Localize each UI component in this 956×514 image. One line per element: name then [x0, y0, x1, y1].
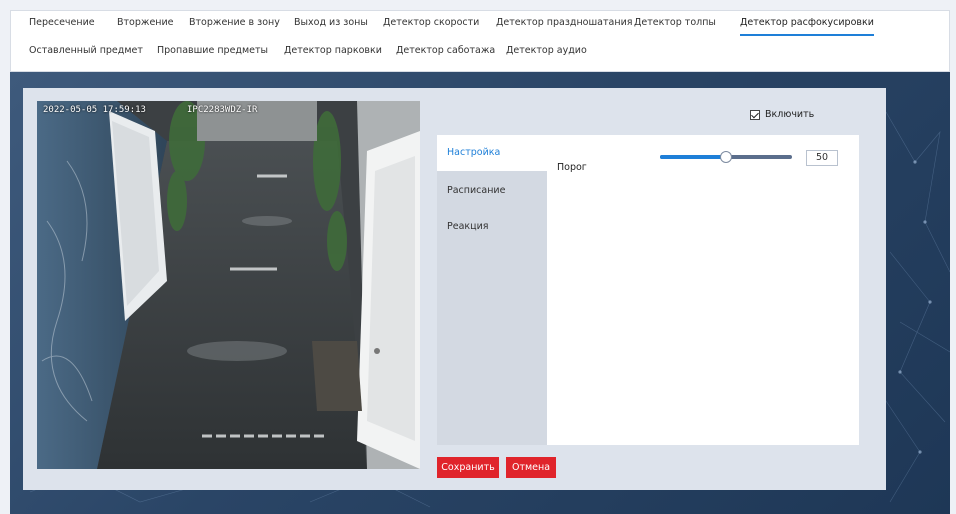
- slider-thumb[interactable]: [720, 151, 732, 163]
- tab-defocus-detector[interactable]: Детектор расфокусировки: [740, 17, 874, 36]
- threshold-label: Порог: [557, 162, 587, 173]
- settings-container: Настройка Расписание Реакция: [437, 135, 859, 445]
- enable-checkbox[interactable]: [750, 109, 760, 120]
- tab-intrusion[interactable]: Вторжение: [117, 17, 174, 34]
- settings-sidebar: Настройка Расписание Реакция: [437, 135, 547, 445]
- tab-missing-objects[interactable]: Пропавшие предметы: [157, 45, 268, 62]
- camera-preview: 2022-05-05 17:59:13 IPC2283WDZ-IR: [37, 101, 420, 469]
- threshold-value-input[interactable]: 50: [806, 150, 838, 166]
- tab-sabotage-detector[interactable]: Детектор саботажа: [396, 45, 495, 62]
- sidebar-item-schedule[interactable]: Расписание: [437, 173, 547, 209]
- detector-tabs: Пересечение Вторжение Вторжение в зону В…: [10, 10, 950, 72]
- sidebar-item-settings[interactable]: Настройка: [437, 135, 547, 171]
- enable-label: Включить: [765, 109, 815, 120]
- cancel-button[interactable]: Отмена: [506, 457, 556, 478]
- tab-zone-intrusion[interactable]: Вторжение в зону: [189, 17, 280, 34]
- tab-crossing[interactable]: Пересечение: [29, 17, 95, 34]
- tab-speed-detector[interactable]: Детектор скорости: [383, 17, 479, 34]
- sidebar-item-reaction[interactable]: Реакция: [437, 209, 547, 245]
- preview-timestamp: 2022-05-05 17:59:13: [43, 105, 146, 115]
- preview-camera-id: IPC2283WDZ-IR: [187, 105, 258, 115]
- slider-fill: [660, 155, 726, 159]
- save-button[interactable]: Сохранить: [437, 457, 499, 478]
- threshold-slider[interactable]: [660, 151, 792, 163]
- hallway-image: [37, 101, 420, 469]
- tab-abandoned-object[interactable]: Оставленный предмет: [29, 45, 143, 62]
- tab-loitering-detector[interactable]: Детектор праздношатания: [496, 17, 632, 34]
- enable-toggle[interactable]: Включить: [750, 109, 814, 120]
- tab-parking-detector[interactable]: Детектор парковки: [284, 45, 382, 62]
- tab-zone-exit[interactable]: Выход из зоны: [294, 17, 368, 34]
- tab-audio-detector[interactable]: Детектор аудио: [506, 45, 587, 62]
- tab-crowd-detector[interactable]: Детектор толпы: [634, 17, 716, 34]
